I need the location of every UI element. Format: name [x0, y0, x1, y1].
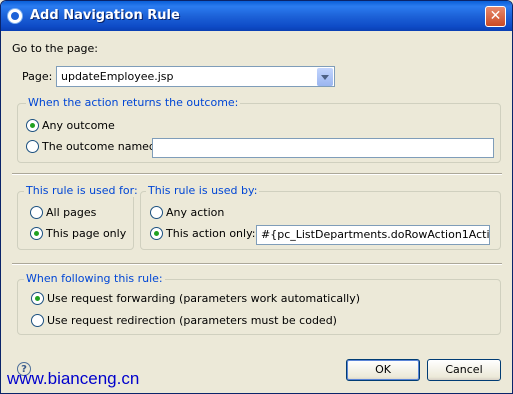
radio-outcome-named[interactable] — [26, 140, 39, 153]
radio-any-outcome[interactable] — [26, 119, 39, 132]
page-combobox[interactable]: updateEmployee.jsp — [56, 66, 335, 87]
radio-request-redirection[interactable] — [31, 314, 44, 327]
dialog-title: Add Navigation Rule — [30, 8, 180, 23]
title-bar[interactable]: Add Navigation Rule ✕ — [1, 1, 512, 31]
action-input[interactable]: #{pc_ListDepartments.doRowAction1Action1… — [256, 225, 490, 245]
chevron-down-icon[interactable] — [317, 68, 333, 86]
radio-all-pages-label[interactable]: All pages — [46, 206, 96, 219]
radio-this-action-only-label[interactable]: This action only: — [166, 227, 256, 240]
following-group-legend: When following this rule: — [24, 272, 165, 285]
eclipse-icon — [7, 8, 23, 24]
go-to-page-heading: Go to the page: — [12, 42, 99, 55]
separator — [12, 173, 502, 175]
separator — [12, 263, 502, 265]
radio-this-page-only-label[interactable]: This page only — [46, 227, 126, 240]
radio-request-redirection-label[interactable]: Use request redirection (parameters must… — [47, 314, 337, 327]
radio-outcome-named-label[interactable]: The outcome named: — [42, 140, 160, 153]
radio-request-forwarding[interactable] — [31, 292, 44, 305]
close-button[interactable]: ✕ — [485, 6, 506, 27]
radio-all-pages[interactable] — [30, 206, 43, 219]
used-for-group-legend: This rule is used for: — [24, 184, 140, 197]
radio-this-page-only[interactable] — [30, 227, 43, 240]
outcome-group-legend: When the action returns the outcome: — [26, 96, 241, 109]
cancel-button[interactable]: Cancel — [427, 359, 501, 381]
used-for-group: This rule is used for: — [17, 184, 140, 250]
dialog-window: Add Navigation Rule ✕ Go to the page: Pa… — [0, 0, 513, 394]
outcome-name-input[interactable] — [152, 138, 494, 158]
radio-any-action[interactable] — [150, 206, 163, 219]
close-icon: ✕ — [489, 8, 502, 24]
ok-button[interactable]: OK — [346, 359, 420, 381]
page-combobox-value: updateEmployee.jsp — [61, 70, 174, 83]
radio-request-forwarding-label[interactable]: Use request forwarding (parameters work … — [47, 292, 360, 305]
watermark-text: www.bianceng.cn — [7, 369, 140, 388]
page-label: Page: — [22, 70, 53, 83]
radio-any-action-label[interactable]: Any action — [166, 206, 224, 219]
radio-any-outcome-label[interactable]: Any outcome — [42, 119, 115, 132]
radio-this-action-only[interactable] — [150, 227, 163, 240]
used-by-group-legend: This rule is used by: — [146, 184, 260, 197]
